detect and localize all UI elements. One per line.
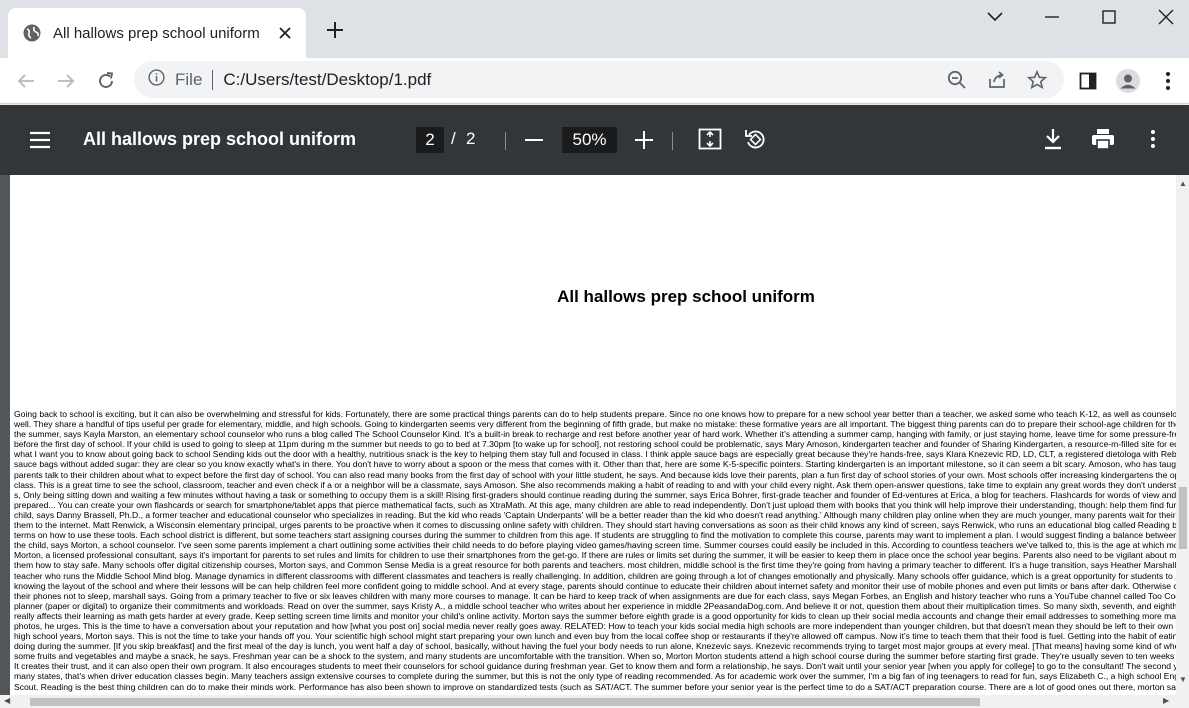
document-line: parents talk to their children about wha… <box>14 469 1176 480</box>
tab-strip: All hallows prep school uniform <box>0 0 1189 58</box>
browser-menu-icon[interactable] <box>1153 66 1183 96</box>
document-line: them how to stay safe. Many schools offe… <box>14 560 1176 571</box>
document-line: child, says Danny Brassell, Ph.D., a for… <box>14 509 1176 520</box>
zoom-out-icon[interactable] <box>522 128 546 152</box>
globe-icon <box>22 23 42 43</box>
rotate-icon[interactable] <box>742 126 768 152</box>
document-line: teacher who runs the Middle School Mind … <box>14 570 1173 581</box>
document-line: the summer, says Kayla Marston, an eleme… <box>14 429 1176 440</box>
document-line: s, Only being sitting down and waiting a… <box>14 489 1176 500</box>
toolbar-divider <box>505 132 506 150</box>
tab-title: All hallows prep school uniform <box>53 24 260 42</box>
document-line: many states, that's when driver educatio… <box>14 671 1176 682</box>
page-separator: / <box>451 129 456 148</box>
fit-to-page-icon[interactable] <box>697 126 723 152</box>
profile-avatar-icon[interactable] <box>1113 66 1143 96</box>
browser-toolbar: File C:/Users/test/Desktop/1.pdf <box>0 58 1189 104</box>
horizontal-scrollbar[interactable]: ◀ ▶ <box>0 695 1189 708</box>
url-scheme-label: File <box>175 69 203 89</box>
document-line: Scout. Reading is the best thing childre… <box>14 681 1176 692</box>
scroll-right-arrow-icon[interactable]: ▶ <box>1163 696 1169 705</box>
document-line: doing during the summer. [If you skip br… <box>14 641 1176 652</box>
close-tab-icon[interactable] <box>274 22 296 44</box>
document-line: planner (paper or digital) to organize t… <box>14 600 1176 611</box>
tab-search-chevron-icon[interactable] <box>981 4 1009 30</box>
side-panel-icon[interactable] <box>1073 66 1103 96</box>
address-bar[interactable]: File C:/Users/test/Desktop/1.pdf <box>134 61 1064 98</box>
maximize-icon[interactable] <box>1095 4 1123 30</box>
pdf-more-options-icon[interactable] <box>1140 126 1166 152</box>
vertical-scrollbar[interactable]: ▲ ▼ <box>1176 175 1189 695</box>
document-line: class. This is a great time to see the s… <box>14 479 1176 490</box>
document-line: well. They share a handful of tips usefu… <box>14 419 1176 430</box>
horizontal-scroll-thumb[interactable] <box>30 698 980 706</box>
page-total: 2 <box>466 129 476 148</box>
toolbar-divider <box>672 132 673 150</box>
document-line: Morton, a licensed professional consulta… <box>14 550 1176 561</box>
document-line: before the first day of school. If your … <box>14 439 1176 450</box>
browser-tab[interactable]: All hallows prep school uniform <box>8 8 306 58</box>
pdf-viewer[interactable]: All hallows prep school uniform Going ba… <box>0 175 1189 708</box>
hamburger-menu-icon[interactable] <box>28 128 52 152</box>
minimize-icon[interactable] <box>1038 4 1066 30</box>
pdf-page: All hallows prep school uniform Going ba… <box>10 175 1176 695</box>
vertical-scroll-thumb[interactable] <box>1179 487 1187 549</box>
download-icon[interactable] <box>1040 126 1066 152</box>
reload-icon[interactable] <box>91 66 121 96</box>
scroll-down-arrow-icon[interactable]: ▼ <box>1179 675 1187 684</box>
document-line: what I want you to know about going back… <box>14 449 1176 460</box>
zoom-level-input[interactable]: 50% <box>562 127 617 153</box>
document-line: some fruits and vegetables and maybe a s… <box>14 651 1176 662</box>
scroll-left-arrow-icon[interactable]: ◀ <box>4 696 10 705</box>
scroll-up-arrow-icon[interactable]: ▲ <box>1179 179 1187 188</box>
pdf-toolbar: All hallows prep school uniform 2 / 2 50… <box>0 105 1189 175</box>
new-tab-button[interactable] <box>322 17 348 43</box>
document-line: knowing the layout of the school and whe… <box>14 580 1176 591</box>
document-body: Going back to school is exciting, but it… <box>14 409 1176 692</box>
close-window-icon[interactable] <box>1152 4 1180 30</box>
document-line: prepared... You can create your own flas… <box>14 499 1176 510</box>
info-icon[interactable] <box>148 68 165 91</box>
document-line: sauce bags without added sugar: they are… <box>14 459 1176 470</box>
back-arrow-icon[interactable] <box>11 66 41 96</box>
pdf-title: All hallows prep school uniform <box>83 129 357 149</box>
zoom-out-magnifier-icon[interactable] <box>942 65 972 95</box>
url-text[interactable]: C:/Users/test/Desktop/1.pdf <box>223 70 431 90</box>
document-line: their phones not to sleep, marshall says… <box>14 590 1176 601</box>
bookmark-star-icon[interactable] <box>1022 65 1052 95</box>
document-line: them to the internet. Matt Renwick, a Wi… <box>14 520 1176 531</box>
url-divider <box>212 69 214 90</box>
document-line: photos, he urges. This is the time to ha… <box>14 620 1176 631</box>
document-line: really affects their learning as math ge… <box>14 610 1176 621</box>
share-icon[interactable] <box>982 65 1012 95</box>
document-line: high school years, Morton says. This is … <box>14 631 1176 642</box>
print-icon[interactable] <box>1090 126 1116 152</box>
document-heading: All hallows prep school uniform <box>557 287 815 306</box>
zoom-in-icon[interactable] <box>632 128 656 152</box>
page-number-input[interactable]: 2 <box>416 127 444 153</box>
document-line: It creates their trust, and it can also … <box>14 661 1176 672</box>
forward-arrow-icon[interactable] <box>51 66 81 96</box>
document-line: terms on how to use these tools. Each sc… <box>14 530 1176 541</box>
document-line: the child, says Morton, a school counsel… <box>14 540 1176 551</box>
document-line: Going back to school is exciting, but it… <box>14 409 1176 419</box>
